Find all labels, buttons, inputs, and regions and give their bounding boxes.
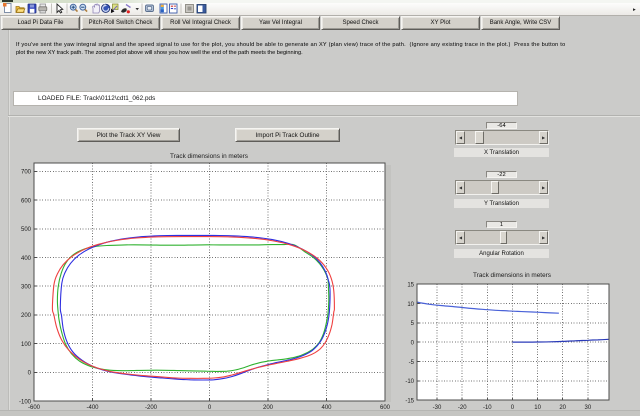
svg-text:200: 200 (21, 313, 32, 319)
svg-text:Track dimensions in meters: Track dimensions in meters (473, 272, 551, 279)
svg-text:Track dimensions in meters: Track dimensions in meters (170, 153, 248, 160)
svg-text:400: 400 (21, 256, 32, 262)
svg-text:700: 700 (21, 170, 32, 176)
svg-text:500: 500 (21, 227, 32, 233)
svg-text:100: 100 (21, 342, 32, 348)
svg-text:600: 600 (21, 198, 32, 204)
svg-text:10: 10 (407, 302, 414, 308)
svg-text:15: 15 (407, 282, 414, 288)
svg-text:300: 300 (21, 285, 32, 291)
svg-text:-10: -10 (405, 379, 414, 385)
svg-text:-15: -15 (405, 398, 414, 404)
svg-text:0: 0 (28, 371, 32, 377)
svg-text:5: 5 (411, 321, 415, 327)
svg-text:-5: -5 (409, 360, 415, 366)
svg-text:0: 0 (411, 341, 415, 347)
